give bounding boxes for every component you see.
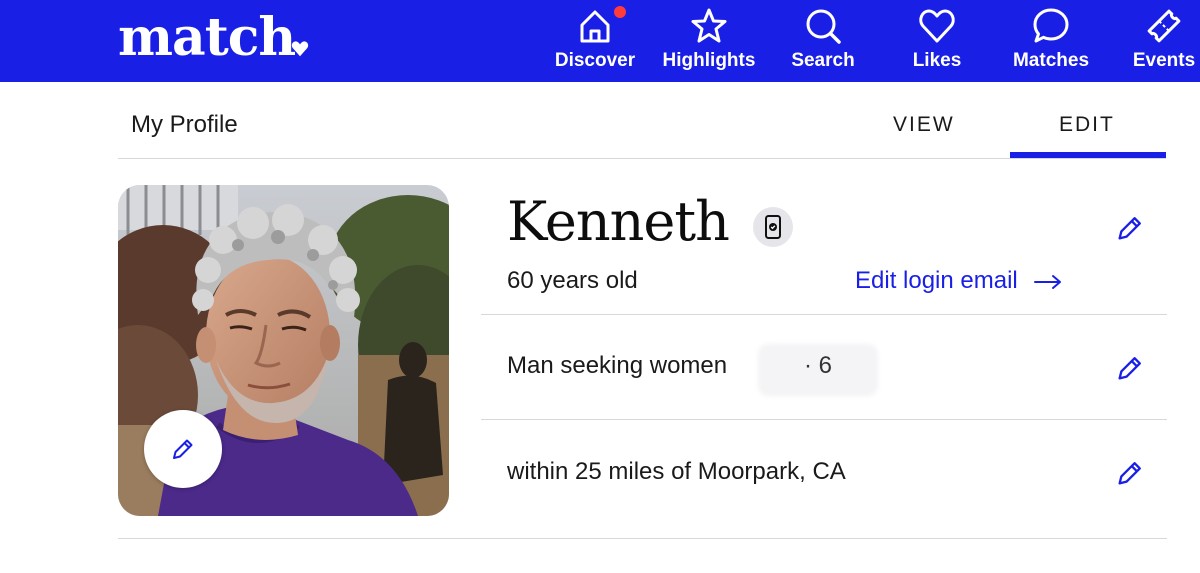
search-icon [806,9,841,44]
nav-search[interactable]: Search [780,0,866,82]
tab-view[interactable]: VIEW [893,113,955,137]
nav-label-likes: Likes [912,50,962,71]
nav-label-highlights: Highlights [662,50,756,71]
ticket-icon [1147,9,1181,43]
header-divider [118,158,1166,159]
nav-label-discover: Discover [554,50,636,71]
nav-likes[interactable]: Likes [898,0,976,82]
verified-badge[interactable] [753,207,793,247]
edit-location-button[interactable] [1115,458,1145,488]
nav-discover[interactable]: Discover [550,0,640,82]
heart-icon [919,9,955,43]
star-icon [691,8,727,43]
edit-login-email-link[interactable]: Edit login email [855,267,1062,295]
nav-events[interactable]: Events [1130,0,1198,82]
nav-matches[interactable]: Matches [1006,0,1096,82]
top-nav-bar: match Discover Highlights Search Likes M… [0,0,1200,82]
edit-name-button[interactable] [1115,213,1145,243]
nav-label-matches: Matches [1012,50,1090,71]
phone-verified-icon [765,215,781,239]
page-title: My Profile [131,111,238,138]
match-logo[interactable]: match [118,6,296,70]
section-divider [118,538,1167,539]
edit-seeking-button[interactable] [1115,353,1145,383]
arrow-right-icon [1034,274,1062,289]
profile-age: 60 years old [507,267,638,294]
chat-bubble-icon [1033,8,1069,43]
profile-name: Kenneth [507,190,730,253]
edit-photo-button[interactable] [144,410,222,488]
pencil-icon [173,439,193,459]
tab-edit[interactable]: EDIT [1059,113,1115,137]
nav-label-events: Events [1132,50,1196,71]
notification-dot [614,6,626,18]
edit-login-email-label: Edit login email [855,267,1018,294]
nav-label-search: Search [791,50,855,71]
age-range-partial: · 6 [804,352,833,379]
seeking-text: Man seeking women [507,352,728,379]
row-divider [481,314,1167,315]
row-divider [481,419,1167,420]
location-text: within 25 miles of Moorpark, CA [507,458,846,485]
logo-heart-icon [291,41,309,57]
home-icon [580,10,610,43]
nav-highlights[interactable]: Highlights [658,0,760,82]
